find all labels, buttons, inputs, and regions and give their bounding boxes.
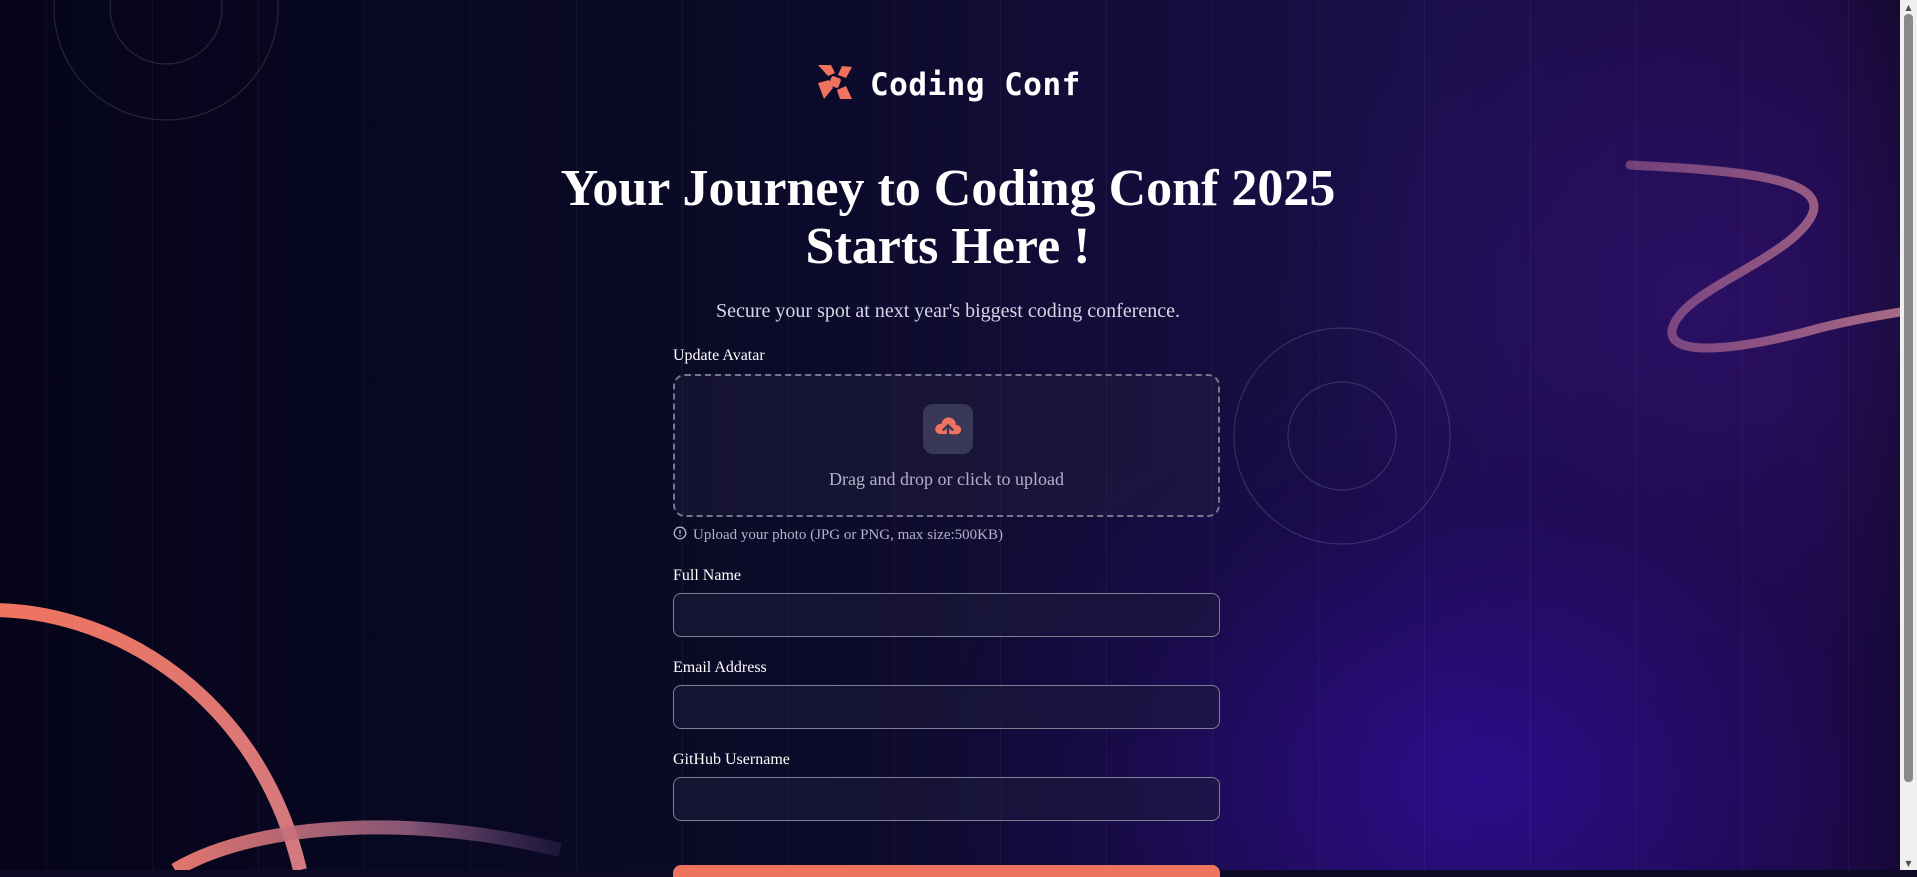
email-input[interactable] — [673, 685, 1220, 729]
avatar-label: Update Avatar — [673, 347, 765, 364]
cloud-upload-icon — [933, 414, 963, 445]
full-name-label: Full Name — [673, 567, 741, 584]
registration-form: Update Avatar Drag and drop or click to … — [673, 347, 1220, 821]
upload-instruction: Drag and drop or click to upload — [829, 469, 1064, 489]
scrollbar-thumb[interactable] — [1904, 14, 1913, 782]
scroll-up-arrow-icon[interactable]: ▲ — [1900, 0, 1917, 14]
generate-ticket-button[interactable] — [673, 865, 1220, 877]
scroll-down-arrow-icon[interactable]: ▼ — [1900, 856, 1917, 870]
page-title: Your Journey to Coding Conf 2025 Starts … — [560, 160, 1336, 275]
upload-hint-text: Upload your photo (JPG or PNG, max size:… — [693, 527, 1003, 543]
main-content: Coding Conf Your Journey to Coding Conf … — [0, 0, 1900, 877]
page-subtitle: Secure your spot at next year's biggest … — [716, 300, 1180, 322]
upload-icon-box — [923, 404, 973, 454]
avatar-upload-dropzone[interactable]: Drag and drop or click to upload — [673, 374, 1220, 517]
info-icon — [673, 526, 687, 545]
upload-hint: Upload your photo (JPG or PNG, max size:… — [673, 526, 1220, 545]
github-username-label: GitHub Username — [673, 751, 790, 768]
vertical-scrollbar[interactable]: ▲ ▼ — [1900, 0, 1917, 870]
brand-name: Coding Conf — [870, 66, 1081, 103]
logo-icon — [816, 63, 854, 106]
full-name-input[interactable] — [673, 593, 1220, 637]
brand-logo[interactable]: Coding Conf — [816, 63, 1081, 106]
email-label: Email Address — [673, 659, 767, 676]
github-username-input[interactable] — [673, 777, 1220, 821]
